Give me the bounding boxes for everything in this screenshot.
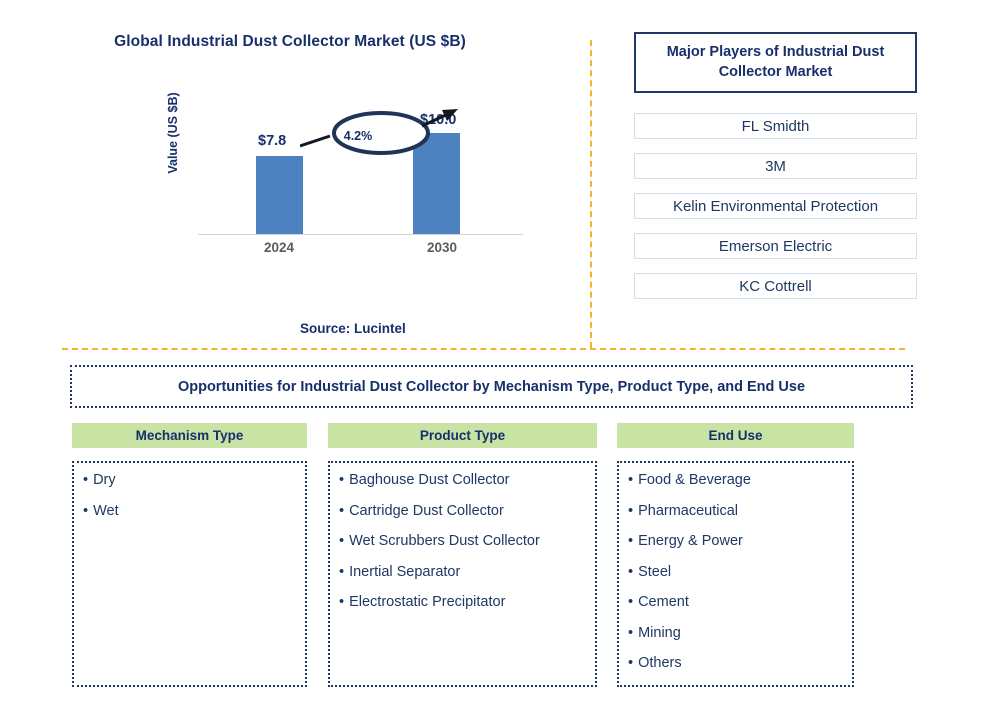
infographic-canvas: Global Industrial Dust Collector Market … (0, 0, 981, 723)
cagr-label: 4.2% (343, 129, 373, 143)
list-item-label: Cartridge Dust Collector (349, 502, 504, 519)
list-item-label: Mining (638, 624, 681, 641)
bar-value-2024: $7.8 (258, 133, 287, 149)
bullet-icon: • (339, 594, 345, 610)
column-body-end-use: • Food & Beverage • Pharmaceutical • Energy… (617, 461, 854, 687)
column-mechanism-type: Mechanism Type • Dry • Wet (72, 423, 307, 687)
list-item: • Wet Scrubbers Dust Collector (339, 534, 586, 549)
column-product-type: Product Type • Baghouse Dust Collector • C… (328, 423, 597, 687)
list-item: • Energy & Power (628, 534, 843, 549)
list-item: • Inertial Separator (339, 563, 586, 580)
bullet-icon: • (628, 594, 634, 610)
list-item-label: Electrostatic Precipitator (349, 594, 506, 610)
list-item: • Steel (628, 563, 843, 580)
player-item-1: 3M (634, 153, 917, 179)
player-item-3: Emerson Electric (634, 233, 917, 259)
list-item-label: Wet (93, 502, 119, 519)
x-tick-2024: 2024 (263, 240, 295, 255)
chart-title: Global Industrial Dust Collector Market … (114, 33, 466, 50)
list-item-label: Steel (638, 563, 672, 580)
bullet-icon: • (339, 502, 345, 519)
list-item-label: Dry (93, 472, 116, 488)
list-item: • Cartridge Dust Collector (339, 502, 586, 519)
bullet-icon: • (628, 563, 634, 580)
list-item-label: Energy & Power (638, 533, 743, 549)
bullet-icon: • (339, 472, 345, 488)
bullet-icon: • (83, 472, 89, 488)
column-header-product-type: Product Type (328, 423, 597, 448)
player-item-4: KC Cottrell (634, 273, 917, 299)
bullet-icon: • (339, 533, 345, 549)
column-end-use: End Use • Food & Beverage • Pharmaceutical… (617, 423, 854, 687)
bullet-icon: • (628, 655, 634, 671)
list-item-label: Baghouse Dust Collector (349, 472, 510, 488)
list-item-label: Cement (638, 594, 689, 610)
horizontal-divider (62, 348, 905, 350)
column-body-mechanism-type: • Dry • Wet (72, 461, 307, 687)
major-players-header: Major Players of Industrial Dust Collect… (634, 32, 917, 93)
column-body-product-type: • Baghouse Dust Collector • Cartridge Dust… (328, 461, 597, 687)
list-item: • Pharmaceutical (628, 502, 843, 519)
list-item: • Mining (628, 624, 843, 641)
bar-2024 (256, 156, 303, 235)
opportunities-banner: Opportunities for Industrial Dust Collec… (70, 365, 913, 408)
major-players-panel: Major Players of Industrial Dust Collect… (634, 32, 917, 299)
bullet-icon: • (83, 502, 89, 519)
list-item: • Food & Beverage (628, 473, 843, 488)
bullet-icon: • (628, 533, 634, 549)
bullet-icon: • (628, 624, 634, 641)
list-item: • Cement (628, 595, 843, 610)
list-item-label: Inertial Separator (349, 563, 461, 580)
player-item-2: Kelin Environmental Protection (634, 193, 917, 219)
chart-x-axis-line (198, 234, 523, 235)
column-header-end-use: End Use (617, 423, 854, 448)
bullet-icon: • (339, 563, 345, 580)
x-tick-2030: 2030 (426, 240, 458, 255)
list-item: • Others (628, 656, 843, 671)
market-chart-panel: Global Industrial Dust Collector Market … (0, 0, 600, 350)
list-item-label: Wet Scrubbers Dust Collector (349, 533, 540, 549)
bullet-icon: • (628, 472, 634, 488)
list-item-label: Food & Beverage (638, 472, 751, 488)
list-item: • Baghouse Dust Collector (339, 473, 586, 488)
list-item: • Wet (83, 502, 296, 519)
list-item: • Electrostatic Precipitator (339, 595, 586, 610)
bullet-icon: • (628, 502, 634, 519)
list-item-label: Pharmaceutical (638, 502, 739, 519)
player-item-0: FL Smidth (634, 113, 917, 139)
list-item-label: Others (638, 655, 682, 671)
vertical-divider (590, 40, 592, 348)
column-header-mechanism-type: Mechanism Type (72, 423, 307, 448)
source-label: Source: Lucintel (300, 321, 406, 336)
list-item: • Dry (83, 473, 296, 488)
chart-y-axis-label: Value (US $B) (166, 92, 180, 174)
